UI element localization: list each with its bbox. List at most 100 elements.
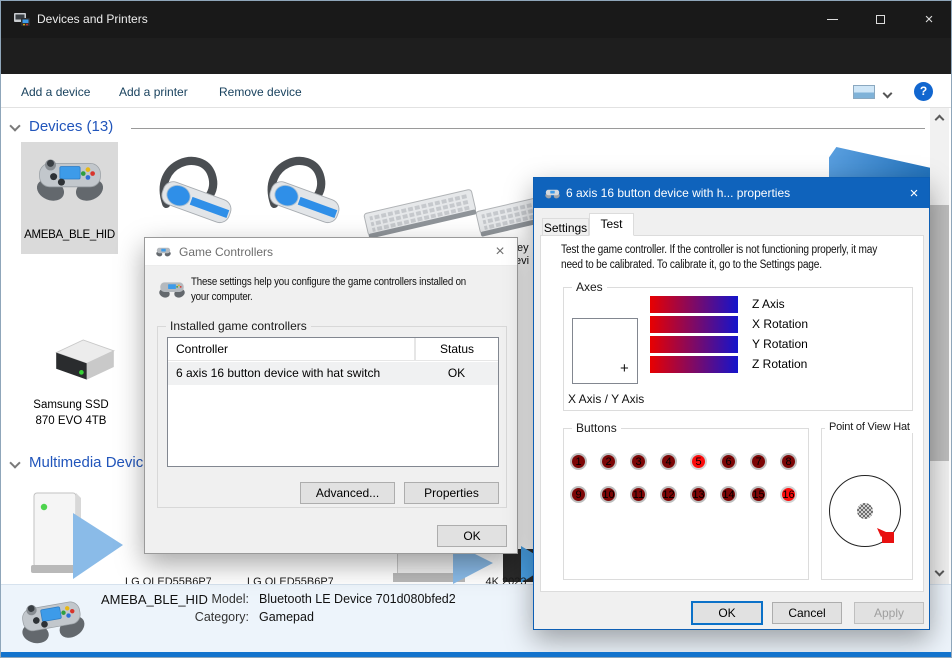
gamepad-icon — [544, 187, 561, 200]
view-options-chevron-icon[interactable] — [883, 89, 893, 99]
installed-controllers-label: Installed game controllers — [166, 319, 311, 333]
details-category-value: Gamepad — [259, 610, 314, 624]
gc-ok-button[interactable]: OK — [437, 525, 507, 547]
joy-button-13: 13 — [690, 486, 707, 503]
ssd-label-line2: 870 EVO 4TB — [11, 415, 131, 427]
gc-close-icon[interactable]: × — [485, 243, 515, 261]
joy-button-15: 15 — [750, 486, 767, 503]
column-divider — [414, 338, 415, 361]
joy-button-9: 9 — [570, 486, 587, 503]
test-description-line1: Test the game controller. If the control… — [561, 244, 877, 256]
controllers-table: Controller Status 6 axis 16 button devic… — [167, 337, 499, 467]
game-controllers-dialog: Game Controllers × These settings help y… — [144, 237, 518, 554]
remove-device-button[interactable]: Remove device — [219, 85, 302, 99]
scrollbar-thumb[interactable] — [930, 205, 949, 461]
status-cell: OK — [415, 362, 498, 385]
axis-bar-x-rotation — [650, 316, 738, 333]
details-category-label: Category: — [181, 610, 249, 624]
joy-button-11: 11 — [630, 486, 647, 503]
axis-label: Y Rotation — [752, 336, 808, 353]
test-description-line2: need to be calibrated. To calibrate it, … — [561, 259, 822, 271]
tab-test[interactable]: Test — [589, 213, 634, 236]
axis-label: Z Axis — [752, 296, 785, 313]
column-header-status[interactable]: Status — [415, 338, 498, 361]
joy-button-12: 12 — [660, 486, 677, 503]
vertical-scrollbar[interactable] — [930, 108, 949, 584]
clipped-device-label: LG OLED55B6P7 — [247, 576, 333, 584]
buttons-group: Buttons 12345678910111213141516 — [563, 428, 809, 580]
axis-bar-z-axis — [650, 296, 738, 313]
props-cancel-button[interactable]: Cancel — [772, 602, 842, 624]
maximize-icon — [876, 15, 885, 24]
minimize-button[interactable] — [813, 1, 853, 38]
controller-cell: 6 axis 16 button device with hat switch — [176, 362, 380, 385]
test-tab-page: Test the game controller. If the control… — [540, 235, 924, 592]
devices-section-header[interactable]: Devices (13) — [29, 118, 113, 135]
headset-icon[interactable] — [139, 147, 239, 239]
details-model-label: Model: — [181, 592, 249, 606]
joy-button-4: 4 — [660, 453, 677, 470]
axis-label: X Rotation — [752, 316, 808, 333]
window-titlebar: Devices and Printers × — [1, 1, 952, 38]
ssd-drive-icon[interactable] — [49, 327, 121, 389]
keyboard-icon[interactable] — [361, 187, 479, 239]
table-row[interactable]: 6 axis 16 button device with hat switch … — [168, 362, 498, 385]
axis-bar-y-rotation — [650, 336, 738, 353]
navigation-bar: ← → ↑ « All Control Panel Items › Device… — [1, 38, 952, 74]
joy-button-3: 3 — [630, 453, 647, 470]
view-options-icon[interactable] — [853, 85, 875, 99]
gamepad-icon — [155, 245, 172, 258]
axes-group: Axes + Z AxisX RotationY RotationZ Rotat… — [563, 287, 913, 411]
headset-icon[interactable] — [247, 147, 347, 239]
joy-button-14: 14 — [720, 486, 737, 503]
joy-button-2: 2 — [600, 453, 617, 470]
minimize-icon — [827, 19, 838, 20]
pov-hat-group: Point of View Hat — [821, 428, 913, 580]
device-tile-ameba[interactable]: AMEBA_BLE_HID — [21, 142, 118, 254]
column-header-controller[interactable]: Controller — [176, 338, 228, 361]
joy-button-1: 1 — [570, 453, 587, 470]
props-apply-button[interactable]: Apply — [854, 602, 924, 624]
devices-section-line — [131, 128, 925, 129]
maximize-button[interactable] — [861, 1, 901, 38]
joy-button-6: 6 — [720, 453, 737, 470]
gamepad-icon — [157, 278, 187, 300]
gamepad-icon — [11, 587, 93, 653]
joy-button-16: 16 — [780, 486, 797, 503]
axis-bar-z-rotation — [650, 356, 738, 373]
axis-label: Z Rotation — [752, 356, 807, 373]
gc-description-line2: your computer. — [191, 291, 253, 303]
gc-dialog-title: Game Controllers — [179, 245, 273, 259]
add-device-button[interactable]: Add a device — [21, 85, 90, 99]
pov-direction-indicator — [882, 532, 894, 543]
help-button[interactable]: ? — [914, 82, 933, 101]
joy-button-10: 10 — [600, 486, 617, 503]
monitor-icon[interactable] — [829, 147, 934, 177]
joy-button-7: 7 — [750, 453, 767, 470]
tab-settings[interactable]: Settings — [542, 218, 589, 236]
scroll-up-icon[interactable] — [935, 115, 945, 125]
gc-description-line1: These settings help you configure the ga… — [191, 276, 466, 288]
close-button[interactable]: × — [909, 1, 949, 38]
add-printer-button[interactable]: Add a printer — [119, 85, 188, 99]
clipped-device-label: LG OLED55B6P7 — [125, 576, 211, 584]
advanced-button[interactable]: Advanced... — [300, 482, 395, 504]
multimedia-section-chevron-icon[interactable] — [9, 457, 20, 468]
window-accent-strip — [1, 652, 952, 658]
table-header-row: Controller Status — [168, 338, 498, 361]
joy-button-5: 5 — [690, 453, 707, 470]
pov-group-label: Point of View Hat — [825, 421, 914, 433]
properties-button[interactable]: Properties — [404, 482, 499, 504]
scroll-down-icon[interactable] — [935, 567, 945, 577]
keyboard-label-fragment: ey — [517, 242, 529, 254]
app-icon — [13, 11, 31, 27]
ssd-label-line1: Samsung SSD — [11, 399, 131, 411]
details-model-value: Bluetooth LE Device 701d080bfed2 — [259, 592, 456, 606]
props-close-icon[interactable]: × — [900, 185, 928, 202]
props-ok-button[interactable]: OK — [692, 602, 762, 624]
clipped-device-label: 4K 2023 — [479, 576, 533, 584]
devices-section-chevron-icon[interactable] — [9, 120, 20, 131]
gc-dialog-titlebar: Game Controllers × — [145, 238, 517, 266]
multimedia-section-header[interactable]: Multimedia Devic — [29, 454, 143, 471]
window-title: Devices and Printers — [37, 12, 148, 26]
